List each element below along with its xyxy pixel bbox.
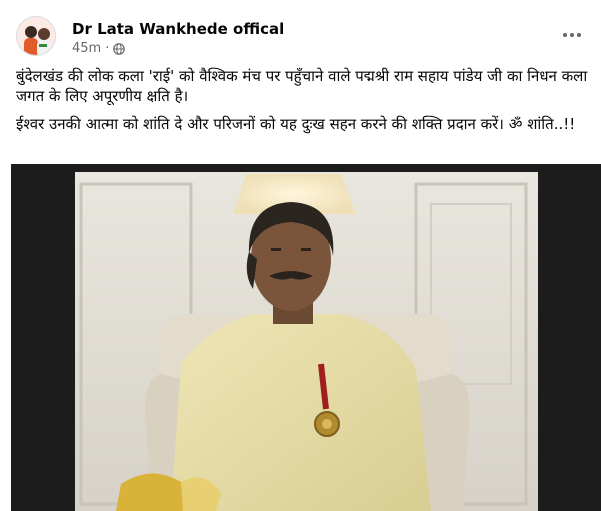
post-meta: 45m ·	[72, 41, 126, 56]
post-text: बुंदेलखंड की लोक कला 'राई' को वैश्विक मं…	[16, 66, 592, 142]
globe-icon	[113, 42, 126, 55]
author-avatar[interactable]	[16, 16, 56, 56]
post-paragraph-2: ईश्वर उनकी आत्मा को शांति दे और परिजनों …	[16, 115, 576, 133]
post-photo[interactable]	[11, 164, 601, 511]
meta-separator: ·	[105, 41, 110, 56]
post-time[interactable]: 45m	[72, 41, 101, 56]
post-header: Dr Lata Wankhede offical 45m ·	[16, 14, 589, 58]
more-options-icon[interactable]	[561, 24, 583, 46]
facebook-post: Dr Lata Wankhede offical 45m · बुंदेलखंड…	[0, 0, 601, 511]
photo-image	[75, 172, 538, 511]
author-name[interactable]: Dr Lata Wankhede offical	[72, 20, 284, 38]
post-paragraph-1: बुंदेलखंड की लोक कला 'राई' को वैश्विक मं…	[16, 67, 588, 105]
